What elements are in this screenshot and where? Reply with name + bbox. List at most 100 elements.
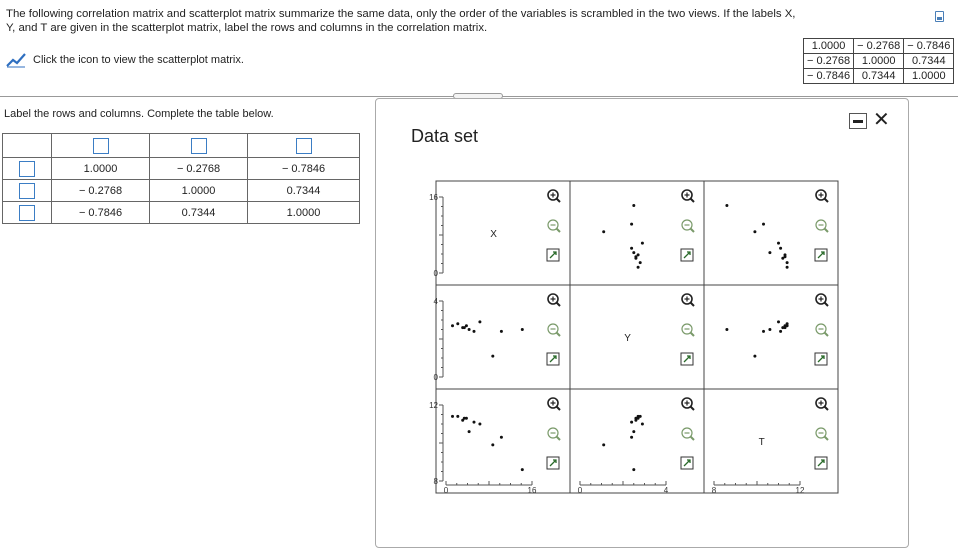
answer-cell: − 0.7846 [247,157,360,180]
scatter-point [779,329,783,333]
corner-cell [2,133,52,158]
zoom-out-icon[interactable] [547,427,561,441]
answer-header-row [2,133,360,158]
scatter-point [472,329,476,333]
matrix-frame [435,180,839,494]
row-label-input[interactable] [19,204,35,221]
scatter-point [632,204,636,207]
zoom-out-icon[interactable] [547,323,561,337]
row-label-cell [2,201,52,224]
x-tick-label: 4 [664,486,669,495]
question-text: The following correlation matrix and sca… [6,8,796,34]
zoom-in-icon[interactable] [547,397,561,411]
zoom-in-icon[interactable] [681,189,695,203]
expand-icon[interactable] [546,352,560,366]
scatter-point [768,251,772,255]
correlation-cell: 1.0000 [853,53,905,69]
scatter-point [520,468,524,472]
scatter-point [632,430,636,434]
scatter-point [451,414,454,418]
zoom-in-icon[interactable] [681,397,695,411]
zoom-in-icon[interactable] [547,189,561,203]
zoom-out-icon[interactable] [815,323,829,337]
row-label-cell [2,179,52,202]
expand-icon[interactable] [814,352,828,366]
row-label-input[interactable] [19,182,35,199]
answer-cell: − 0.2768 [51,179,150,202]
scatterplot-matrix: XYT160401280 16 0 4 8 12 [429,180,839,495]
answer-row: 1.0000 − 0.2768 − 0.7846 [2,157,360,180]
scatter-point [777,241,780,245]
answer-cell: 1.0000 [51,157,150,180]
correlation-cell: 1.0000 [903,68,955,84]
scatter-point [636,416,640,420]
expand-icon[interactable] [680,456,694,470]
zoom-in-icon[interactable] [681,293,695,307]
scatter-point [464,416,468,420]
document-icon[interactable] [935,11,944,22]
x-tick-label: 12 [796,486,805,495]
correlation-cell: 1.0000 [802,38,855,54]
answer-cell: − 0.2768 [149,157,248,180]
correlation-row: − 0.2768 1.0000 0.7344 [802,53,955,69]
variable-label: T [759,437,765,448]
scatter-point [602,443,606,447]
answer-cell: 0.7344 [149,201,248,224]
answer-cell: − 0.7846 [51,201,150,224]
scatter-point [467,328,471,331]
correlation-matrix: 1.0000 − 0.2768 − 0.7846 − 0.2768 1.0000… [802,38,955,84]
zoom-out-icon[interactable] [815,427,829,441]
row-label-input[interactable] [19,160,35,177]
scatter-point [753,230,757,234]
scatter-point [478,320,482,324]
answer-cell: 1.0000 [149,179,248,202]
expand-icon[interactable] [814,456,828,470]
expand-icon[interactable] [814,248,828,262]
correlation-cell: 0.7344 [903,53,955,69]
scatter-point [783,253,787,257]
scatterplot-link-text: Click the icon to view the scatterplot m… [33,54,244,66]
scatter-point [640,422,644,426]
scatter-point [640,241,644,245]
line-chart-icon[interactable] [6,52,26,68]
column-label-input[interactable] [92,137,109,154]
scatter-point [520,328,524,331]
y-tick-label: 16 [429,193,438,202]
column-label-input[interactable] [190,137,207,154]
x-tick-label: 16 [528,486,537,495]
zoom-out-icon[interactable] [815,219,829,233]
zoom-in-icon[interactable] [815,397,829,411]
expand-icon[interactable] [680,248,694,262]
scatter-point [762,329,765,333]
expand-icon[interactable] [546,248,560,262]
expand-icon[interactable] [546,456,560,470]
y-tick-label: 4 [434,297,439,306]
scatter-point [725,204,729,207]
scatter-point [478,422,482,426]
row-label-cell [2,157,52,180]
scatter-point [630,246,634,250]
expand-icon[interactable] [680,352,694,366]
scatterplot-link[interactable]: Click the icon to view the scatterplot m… [6,52,244,68]
zoom-in-icon[interactable] [815,293,829,307]
answer-table: 1.0000 − 0.2768 − 0.7846 − 0.2768 1.0000… [2,133,360,224]
column-label-input[interactable] [295,137,312,154]
scatter-point [725,328,729,331]
correlation-cell: − 0.2768 [853,38,905,54]
zoom-out-icon[interactable] [681,219,695,233]
zoom-in-icon[interactable] [815,189,829,203]
scatter-point [632,251,636,255]
scatter-point [491,354,495,358]
y-tick-label: 0 [434,269,439,278]
scatter-point [602,230,606,234]
correlation-row: − 0.7846 0.7344 1.0000 [802,68,955,84]
zoom-out-icon[interactable] [681,427,695,441]
scatter-point [499,435,503,439]
zoom-out-icon[interactable] [681,323,695,337]
scatter-point [785,265,789,269]
zoom-in-icon[interactable] [547,293,561,307]
scatter-point [753,354,757,358]
scatter-point [768,328,772,331]
scatter-point [499,329,503,333]
zoom-out-icon[interactable] [547,219,561,233]
